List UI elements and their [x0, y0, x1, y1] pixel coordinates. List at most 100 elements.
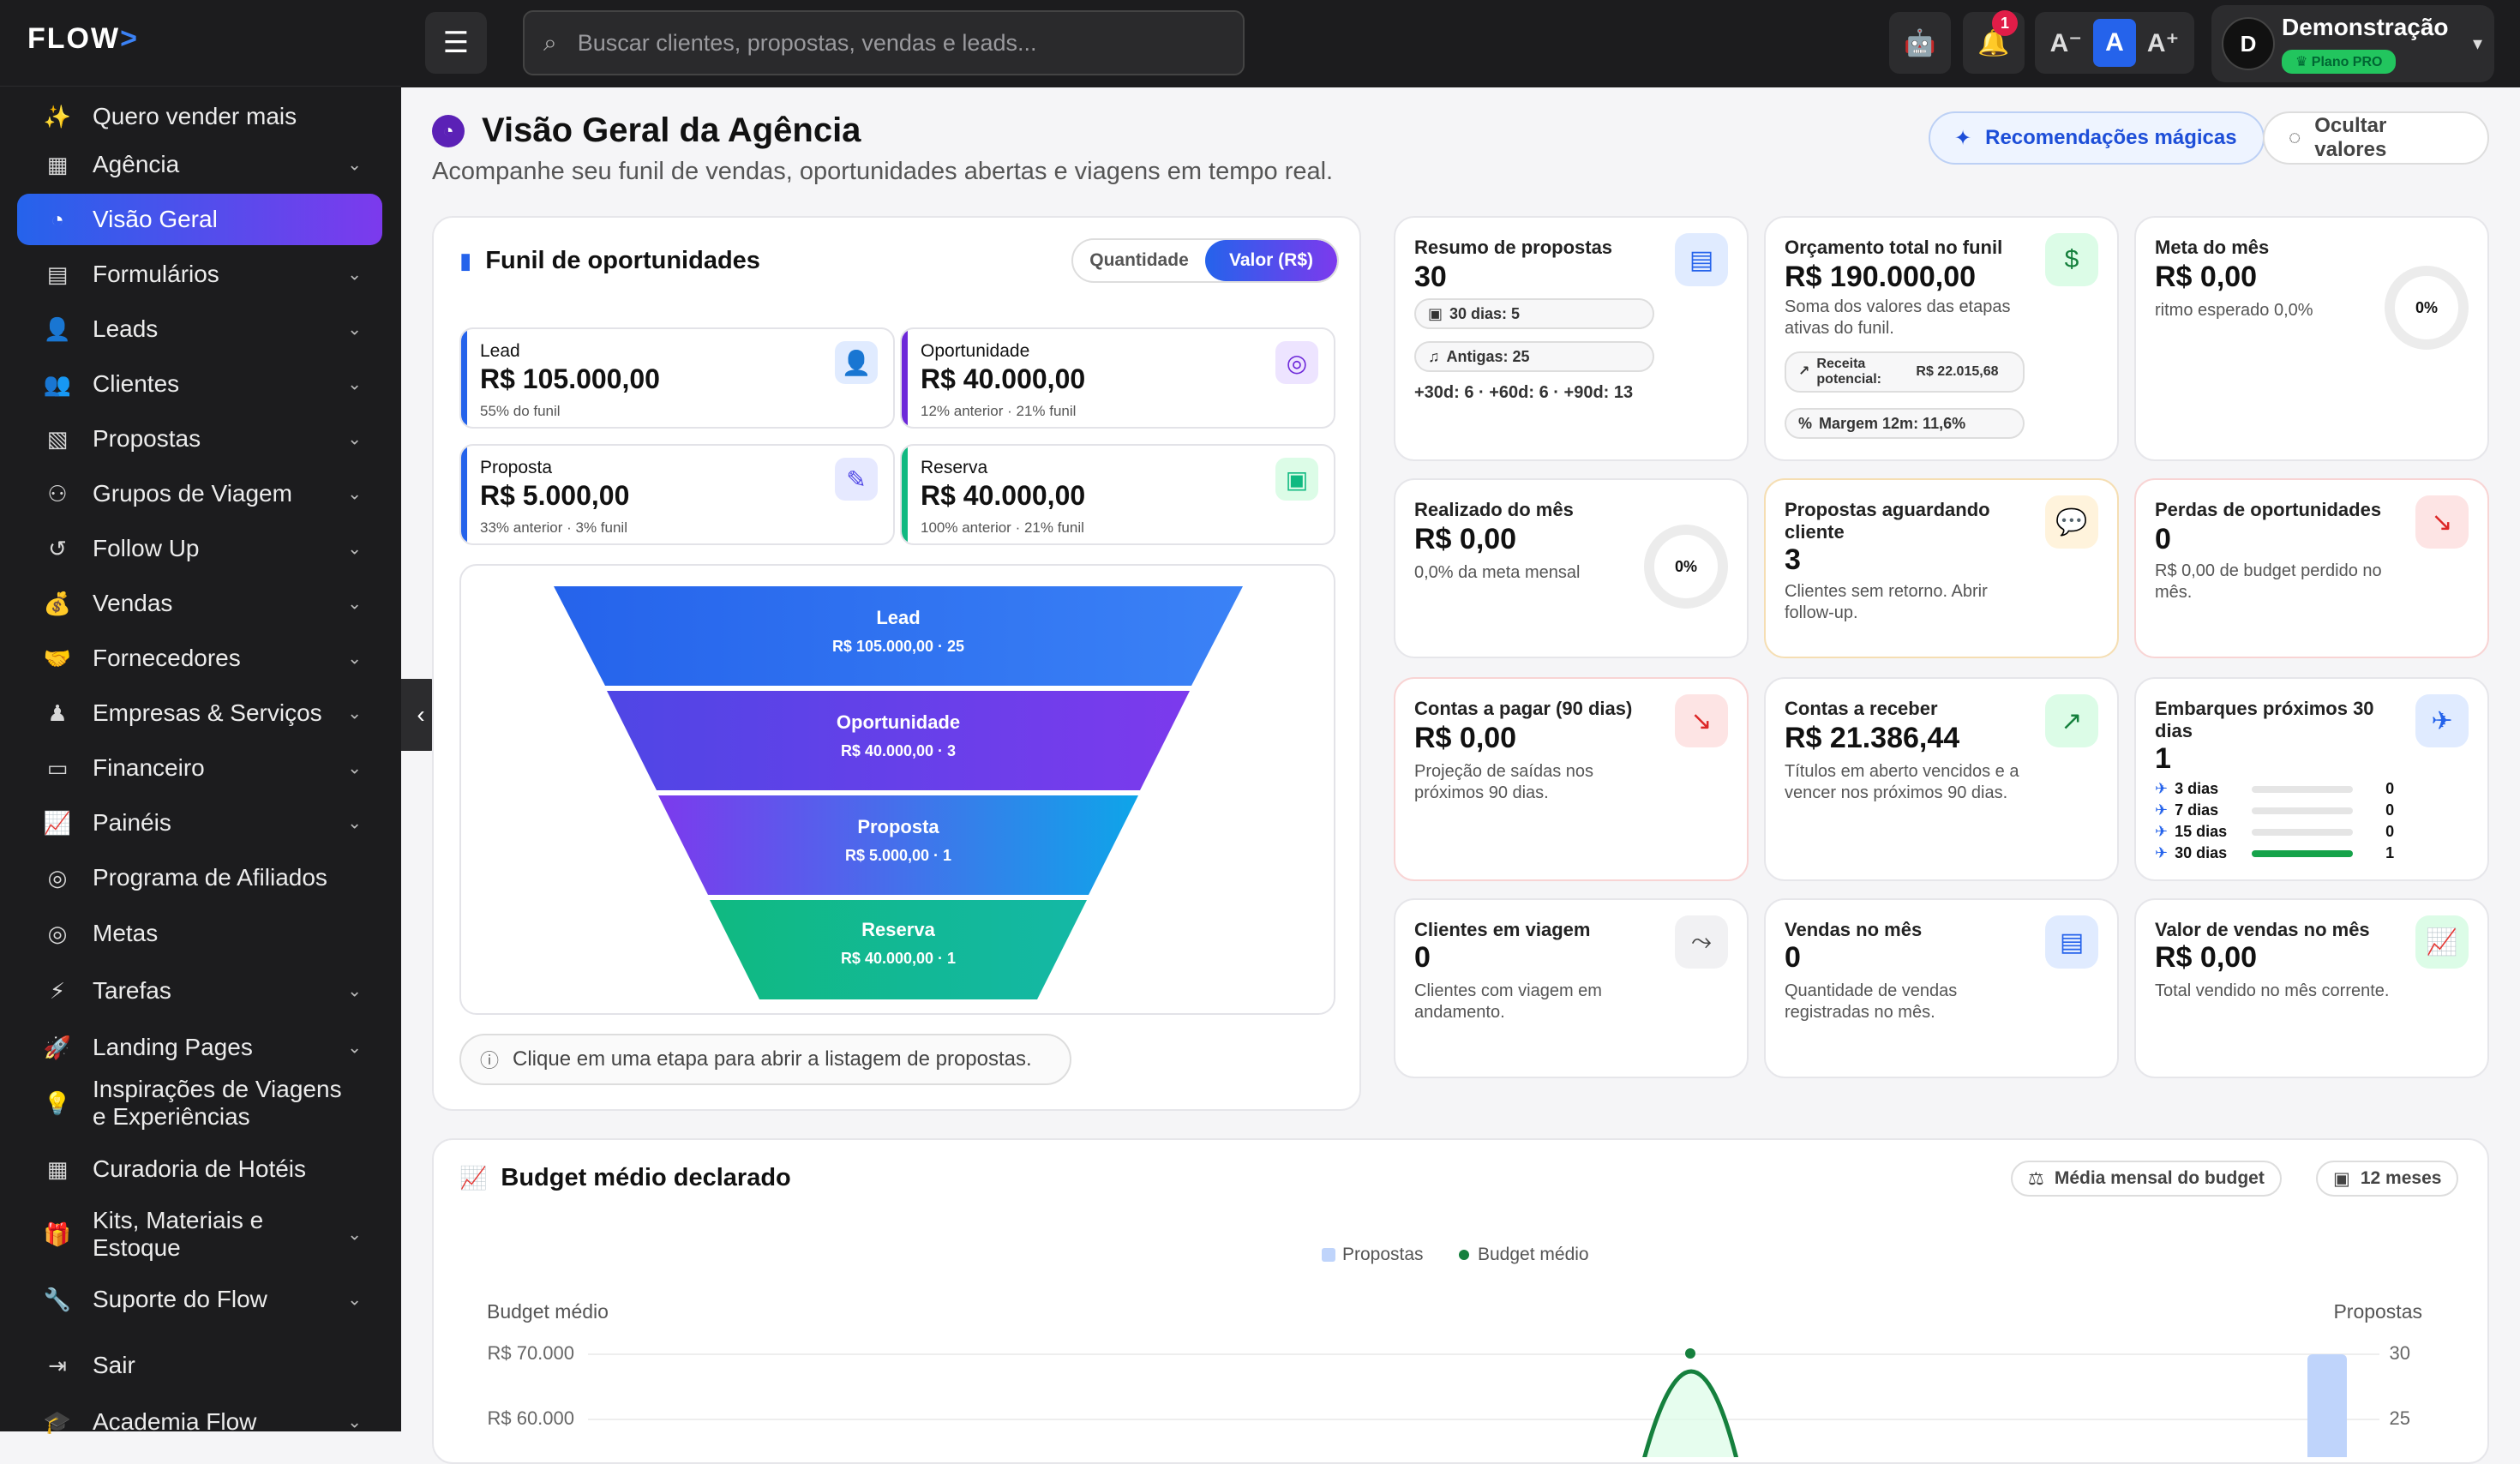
kpi-contas-pagar[interactable]: Contas a pagar (90 dias) R$ 0,00 ↘ Proje…: [1394, 677, 1749, 881]
funnel-level-lead[interactable]: [554, 586, 1243, 686]
kpi-clientes-viagem[interactable]: Clientes em viagem 0 ⤳ Clientes com viag…: [1394, 898, 1749, 1078]
embarque-progress: [2252, 807, 2354, 814]
toggle-value[interactable]: Valor (R$): [1205, 240, 1337, 281]
sidebar-item-tarefas[interactable]: ⚡ Tarefas ⌄: [17, 963, 382, 1018]
stage-card-proposta[interactable]: Proposta R$ 5.000,00 33% anterior · 3% fun…: [459, 444, 895, 545]
menu-toggle-button[interactable]: ☰: [425, 12, 487, 74]
bar-chart-icon: ▮: [459, 248, 472, 273]
logo-arrow: >: [120, 22, 139, 55]
kpi-title: Vendas no mês: [1785, 919, 1923, 940]
sidebar-item-grupos-de-viagem[interactable]: ⚇ Grupos de Viagem ⌄: [17, 468, 382, 519]
kpi-meta-mes[interactable]: Meta do mês R$ 0,00 ritmo esperado 0,0% …: [2134, 216, 2489, 461]
plane-icon: ✈: [2155, 844, 2169, 861]
stage-card-oportunidade[interactable]: Oportunidade R$ 40.000,00 12% anterior · 2…: [900, 327, 1335, 429]
plane-departure-icon: ✈: [2415, 694, 2469, 747]
flow-logo[interactable]: FLOW>: [27, 22, 139, 56]
embarque-row: ✈ 30 dias 1: [2155, 844, 2438, 862]
period-chip[interactable]: ▣ 12 meses: [2316, 1161, 2459, 1197]
user-menu[interactable]: D Demonstração ♛ Plano PRO ▾: [2211, 5, 2494, 82]
font-increase-button[interactable]: A⁺: [2142, 19, 2185, 67]
sidebar-item-curadoria-de-hoteis[interactable]: ▦ Curadoria de Hotéis: [17, 1133, 382, 1205]
sidebar-item-visao-geral[interactable]: ◔ Visão Geral: [17, 194, 382, 245]
kpi-vendas-mes[interactable]: Vendas no mês 0 ▤ Quantidade de vendas r…: [1764, 898, 2119, 1078]
plane-icon: ✈: [2155, 823, 2169, 840]
search-input[interactable]: ⌕ Buscar clientes, propostas, vendas e l…: [523, 10, 1245, 75]
magic-recommendations-button[interactable]: ✦ Recomendações mágicas: [1929, 111, 2265, 165]
sidebar-item-label: Curadoria de Hotéis: [93, 1155, 307, 1182]
kpi-propostas-aguardando[interactable]: Propostas aguardando cliente 3 💬 Cliente…: [1764, 478, 2119, 658]
kpi-orcamento-funil[interactable]: Orçamento total no funil R$ 190.000,00 $…: [1764, 216, 2119, 461]
sidebar-item-label: Metas: [93, 920, 159, 946]
embarque-count: 1: [2385, 844, 2395, 861]
sidebar-item-sair[interactable]: ⇥ Sair: [17, 1339, 382, 1392]
sidebar-item-suporte-do-flow[interactable]: 🔧 Suporte do Flow ⌄: [17, 1263, 382, 1335]
toggle-quantity[interactable]: Quantidade: [1073, 240, 1205, 281]
chevron-down-icon: ⌄: [347, 265, 362, 285]
propostas-bar[interactable]: [2307, 1354, 2347, 1457]
sidebar-item-kits-materiais-e-estoque[interactable]: 🎁 Kits, Materiais e Estoque ⌄: [17, 1207, 382, 1261]
kpi-title: Clientes em viagem: [1414, 919, 1591, 940]
funnel-level-oportunidade[interactable]: [607, 691, 1190, 790]
legend-budget: Budget médio: [1478, 1245, 1589, 1264]
sidebar-item-agencia[interactable]: ▦ Agência ⌄: [17, 139, 382, 190]
kpi-desc: R$ 0,00 de budget perdido no mês.: [2155, 561, 2382, 602]
kpi-desc: Clientes com viagem em andamento.: [1414, 981, 1602, 1022]
embarque-label: 15 dias: [2175, 823, 2228, 840]
budget-point[interactable]: [1685, 1348, 1695, 1359]
kpi-title: Orçamento total no funil: [1785, 237, 2003, 258]
kpi-realizado-mes[interactable]: Realizado do mês R$ 0,00 0,0% da meta me…: [1394, 478, 1749, 658]
funnel-level-proposta[interactable]: [658, 795, 1138, 895]
sidebar-item-label: Propostas: [93, 425, 201, 452]
assistant-bot-button[interactable]: 🤖: [1889, 12, 1951, 74]
handshake-icon: 🤝: [43, 645, 72, 671]
sidebar-item-formularios[interactable]: ▤ Formulários ⌄: [17, 249, 382, 300]
sidebar-item-label: Inspirações de Viagens e Experiências: [93, 1076, 342, 1130]
sidebar-item-label: Vendas: [93, 590, 173, 616]
dashboard-gauge-icon: ◔: [432, 114, 465, 147]
kpi-contas-receber[interactable]: Contas a receber R$ 21.386,44 ↗ Títulos …: [1764, 677, 2119, 881]
sidebar-item-financeiro[interactable]: ▭ Financeiro ⌄: [17, 742, 382, 794]
funnel-card: ▮ Funil de oportunidades Quantidade Valor…: [432, 216, 1361, 1111]
kpi-valor-vendas[interactable]: Valor de vendas no mês R$ 0,00 📈 Total v…: [2134, 898, 2489, 1078]
funnel-label-oportunidade: Oportunidade: [837, 711, 960, 733]
stage-card-reserva[interactable]: Reserva R$ 40.000,00 100% anterior · 21% f…: [900, 444, 1335, 545]
pill-margem: % Margem 12m: 11,6%: [1785, 408, 2025, 439]
sidebar-item-empresas-servicos[interactable]: ♟ Empresas & Serviços ⌄: [17, 687, 382, 739]
magic-wand-icon: ✦: [1954, 126, 1972, 150]
user-plus-icon: 👤: [835, 341, 878, 384]
funnel-svg: Lead R$ 105.000,00 · 25 Oportunidade R$ …: [554, 586, 1243, 999]
font-default-button[interactable]: A: [2092, 19, 2136, 67]
sidebar-item-landing-pages[interactable]: 🚀 Landing Pages ⌄: [17, 1022, 382, 1073]
font-size-controls: A⁻ A A⁺: [2035, 12, 2194, 74]
kpi-perdas-oportunidades[interactable]: Perdas de oportunidades 0 ↘ R$ 0,00 de b…: [2134, 478, 2489, 658]
sidebar-item-label: Kits, Materiais e Estoque: [93, 1207, 264, 1261]
sidebar-item-programa-de-afiliados[interactable]: ◎ Programa de Afiliados: [17, 852, 382, 903]
sidebar-item-academia-flow[interactable]: 🎓 Academia Flow ⌄: [17, 1395, 382, 1449]
sidebar-item-label: Agência: [93, 151, 180, 177]
legend-propostas-swatch: [1322, 1248, 1335, 1262]
hide-values-button[interactable]: ◌ Ocultar valores: [2263, 111, 2489, 165]
file-dollar-icon: ▧: [46, 425, 69, 452]
sidebar-item-label: Academia Flow: [93, 1408, 257, 1435]
funnel-mode-toggle: Quantidade Valor (R$): [1071, 238, 1339, 283]
sidebar-item-quero-vender-mais[interactable]: ✨ Quero vender mais: [17, 98, 382, 135]
kpi-value: R$ 0,00: [1414, 523, 1517, 555]
notifications-button[interactable]: 🔔 1: [1963, 10, 2025, 74]
sidebar-item-clientes[interactable]: 👥 Clientes ⌄: [17, 358, 382, 410]
sidebar-item-paineis[interactable]: 📈 Painéis ⌄: [17, 797, 382, 849]
kpi-embarques[interactable]: Embarques próximos 30 dias 1 ✈ ✈ 3 dias 0 ✈…: [2134, 677, 2489, 881]
embarque-progress: [2252, 785, 2354, 793]
budget-mode-chip[interactable]: ⚖ Média mensal do budget: [2011, 1161, 2282, 1197]
sidebar-item-fornecedores[interactable]: 🤝 Fornecedores ⌄: [17, 633, 382, 684]
stage-card-lead[interactable]: Lead R$ 105.000,00 55% do funil 👤: [459, 327, 895, 429]
font-decrease-button[interactable]: A⁻: [2044, 19, 2087, 67]
chevron-down-icon: ⌄: [347, 649, 362, 669]
sidebar-item-leads[interactable]: 👤 Leads ⌄: [17, 303, 382, 355]
sidebar-item-inspiracoes-de-viagens-e-experiencias[interactable]: 💡 Inspirações de Viagens e Experiências: [17, 1076, 382, 1130]
sidebar-item-vendas[interactable]: 💰 Vendas ⌄: [17, 578, 382, 629]
kpi-resumo-propostas[interactable]: Resumo de propostas 30 ▤ ▣ 30 dias: 5 ♫ An…: [1394, 216, 1749, 461]
sidebar-item-propostas[interactable]: ▧ Propostas ⌄: [17, 413, 382, 465]
embarque-count: 0: [2385, 780, 2395, 797]
sidebar-item-follow-up[interactable]: ↺ Follow Up ⌄: [17, 523, 382, 574]
sidebar-item-metas[interactable]: ◎ Metas: [17, 907, 382, 960]
